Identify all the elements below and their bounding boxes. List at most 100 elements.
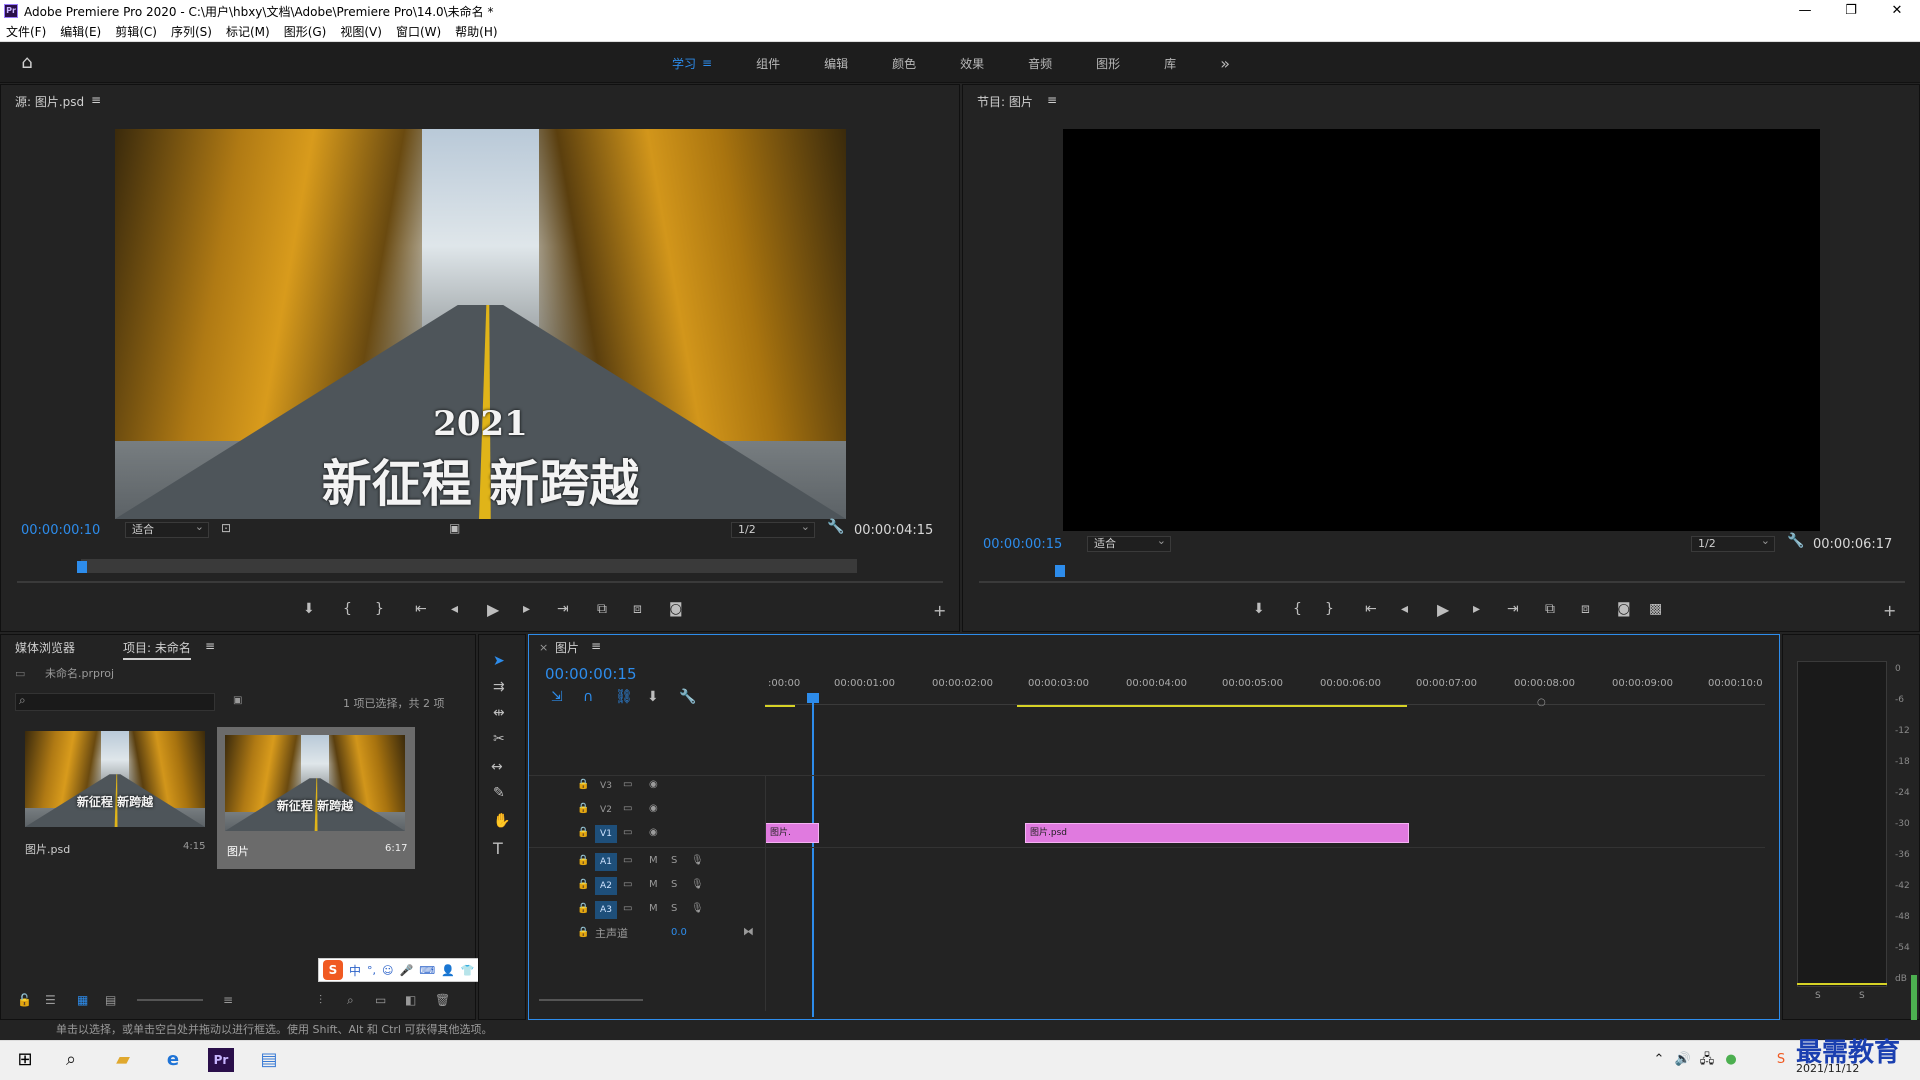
search-icon[interactable]: ⌕ xyxy=(58,1048,84,1072)
marker-icon[interactable]: ⬇ xyxy=(1253,601,1265,617)
list-view-icon[interactable]: ☰ xyxy=(45,993,56,1007)
timeline-clip[interactable]: 图片. xyxy=(765,823,819,843)
scroll-handle-icon[interactable]: ○ xyxy=(1537,697,1546,708)
sogou-tray-icon[interactable]: S xyxy=(1768,1048,1794,1072)
program-zoom-select[interactable]: 适合 xyxy=(1087,534,1171,552)
track-label-a1[interactable]: A1 xyxy=(595,853,617,871)
extract-icon[interactable]: ⧈ xyxy=(1581,601,1590,617)
close-tab-icon[interactable]: × xyxy=(539,641,548,654)
tray-chevron-icon[interactable]: ⌃ xyxy=(1646,1048,1672,1072)
thumbnail-size-slider[interactable] xyxy=(137,999,203,1001)
hand-tool-icon[interactable]: ✋ xyxy=(493,813,510,829)
voice-icon[interactable]: 🎤 xyxy=(399,964,413,977)
timeline-playhead[interactable] xyxy=(812,695,814,1017)
sort-icon[interactable]: ≡ xyxy=(223,993,233,1007)
source-zoom-select[interactable]: 适合 xyxy=(125,520,209,538)
mark-out-icon[interactable]: } xyxy=(375,601,384,617)
workspace-tab-audio[interactable]: 音频 xyxy=(1028,55,1052,72)
slip-tool-icon[interactable]: ↔ xyxy=(491,759,503,775)
snap-icon[interactable]: ∩ xyxy=(583,689,593,705)
user-icon[interactable]: 👤 xyxy=(441,964,455,977)
marker-icon[interactable]: ⬇ xyxy=(303,601,315,617)
menu-view[interactable]: 视图(V) xyxy=(340,23,382,40)
microphone-icon[interactable]: 🎙 xyxy=(691,879,704,890)
selection-tool-icon[interactable]: ➤ xyxy=(493,653,505,669)
panel-menu-icon[interactable]: ≡ xyxy=(591,639,601,653)
go-to-out-icon[interactable]: ⇥ xyxy=(1507,601,1519,617)
icon-view-icon[interactable]: ▦ xyxy=(77,993,88,1007)
tab-project[interactable]: 项目: 未命名 xyxy=(123,639,191,660)
ime-chinese-mode[interactable]: 中 xyxy=(349,962,361,979)
track-label-v2[interactable]: V2 xyxy=(595,801,617,819)
play-icon[interactable]: ▶ xyxy=(1437,600,1449,619)
play-icon[interactable]: ▶ xyxy=(487,600,499,619)
sync-lock-icon[interactable]: ▭ xyxy=(623,779,632,790)
eye-icon[interactable]: ◉ xyxy=(649,803,658,814)
source-zoom-bar[interactable] xyxy=(17,581,943,583)
sync-lock-icon[interactable]: ▭ xyxy=(623,903,632,914)
timeline-timecode[interactable]: 00:00:00:15 xyxy=(545,665,637,683)
workspace-tab-graphics[interactable]: 图形 xyxy=(1096,55,1120,72)
source-resolution-select[interactable]: 1/2 xyxy=(731,520,815,538)
home-icon[interactable]: ⌂ xyxy=(16,53,38,73)
workspace-tab-color[interactable]: 颜色 xyxy=(892,55,916,72)
nest-icon[interactable]: ⇲ xyxy=(551,689,563,705)
menu-marker[interactable]: 标记(M) xyxy=(226,23,270,40)
add-marker-icon[interactable]: ⬇ xyxy=(647,689,659,705)
track-select-tool-icon[interactable]: ⇉ xyxy=(493,679,505,695)
ime-punctuation[interactable]: °, xyxy=(367,964,376,977)
safe-margins-icon[interactable]: ⊡ xyxy=(221,521,231,535)
ripple-edit-tool-icon[interactable]: ⇹ xyxy=(493,705,505,721)
workspace-tab-editing[interactable]: 编辑 xyxy=(824,55,848,72)
app-taskbar-icon[interactable]: ▤ xyxy=(256,1048,282,1072)
panel-menu-icon[interactable]: ≡ xyxy=(91,93,101,107)
mute-button[interactable]: M xyxy=(649,879,658,890)
compare-view-icon[interactable]: ▩ xyxy=(1649,601,1662,617)
settings-wrench-icon[interactable]: 🔧 xyxy=(1787,533,1804,549)
program-resolution-select[interactable]: 1/2 xyxy=(1691,534,1775,552)
settings-wrench-icon[interactable]: 🔧 xyxy=(827,519,844,535)
file-explorer-icon[interactable]: ▰ xyxy=(110,1048,136,1072)
track-label-v3[interactable]: V3 xyxy=(595,777,617,795)
new-item-icon[interactable]: ◧ xyxy=(405,993,416,1007)
playhead-handle[interactable] xyxy=(807,693,819,703)
track-label-v1[interactable]: V1 xyxy=(595,825,617,843)
mark-out-icon[interactable]: } xyxy=(1325,601,1334,617)
close-button[interactable]: ✕ xyxy=(1874,0,1920,22)
add-button-icon[interactable]: + xyxy=(1883,601,1896,620)
go-to-in-icon[interactable]: ⇤ xyxy=(1365,601,1377,617)
edge-browser-icon[interactable]: e xyxy=(160,1048,186,1072)
project-item[interactable]: 新征程 新跨越 图片.psd 4:15 xyxy=(21,727,211,856)
type-tool-icon[interactable]: T xyxy=(493,839,503,858)
add-button-icon[interactable]: + xyxy=(933,601,946,620)
more-workspaces-icon[interactable]: » xyxy=(1220,54,1230,73)
go-to-out-icon[interactable]: ⇥ xyxy=(557,601,569,617)
sync-lock-icon[interactable]: ▭ xyxy=(623,855,632,866)
timeline-tab[interactable]: 图片 xyxy=(555,639,579,656)
new-bin-icon[interactable]: ▣ xyxy=(233,695,242,706)
menu-edit[interactable]: 编辑(E) xyxy=(60,23,101,40)
drag-video-icon[interactable]: ▣ xyxy=(449,521,460,535)
menu-help[interactable]: 帮助(H) xyxy=(455,23,497,40)
workspace-tab-libraries[interactable]: 库 xyxy=(1164,55,1176,72)
menu-window[interactable]: 窗口(W) xyxy=(396,23,441,40)
lock-icon[interactable]: 🔒 xyxy=(577,855,589,866)
lift-icon[interactable]: ⧉ xyxy=(1545,601,1555,617)
sync-lock-icon[interactable]: ▭ xyxy=(623,827,632,838)
tab-media-browser[interactable]: 媒体浏览器 xyxy=(15,639,75,656)
solo-button[interactable]: S xyxy=(1815,991,1821,1001)
project-item[interactable]: 新征程 新跨越 图片 6:17 xyxy=(217,727,415,869)
solo-button[interactable]: S xyxy=(1859,991,1865,1001)
export-frame-icon[interactable]: ◙ xyxy=(1617,601,1631,617)
lock-icon[interactable]: 🔒 xyxy=(577,827,589,838)
step-forward-icon[interactable]: ▸ xyxy=(523,601,530,617)
step-forward-icon[interactable]: ▸ xyxy=(1473,601,1480,617)
program-monitor-title[interactable]: 节目: 图片 xyxy=(977,93,1033,110)
source-timecode[interactable]: 00:00:00:10 xyxy=(21,523,100,538)
new-bin-icon[interactable]: ▭ xyxy=(375,993,386,1007)
program-timecode[interactable]: 00:00:00:15 xyxy=(983,537,1062,552)
source-playhead[interactable] xyxy=(77,561,87,573)
track-label-a2[interactable]: A2 xyxy=(595,877,617,895)
export-frame-icon[interactable]: ◙ xyxy=(669,601,683,617)
keyboard-icon[interactable]: ⌨ xyxy=(419,964,435,977)
